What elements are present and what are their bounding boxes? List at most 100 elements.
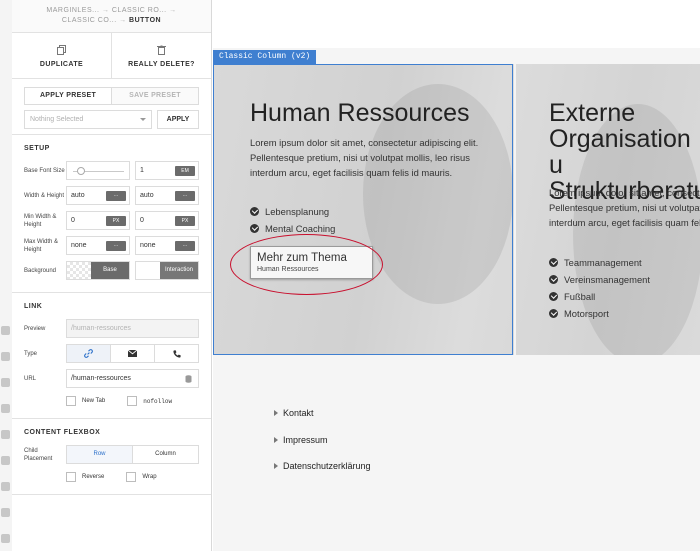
background-base-button[interactable]: Base <box>66 261 130 280</box>
preset-select[interactable]: Nothing Selected <box>24 110 152 129</box>
tool-icon[interactable] <box>1 404 10 413</box>
tool-icon[interactable] <box>1 326 10 335</box>
background-interaction-button[interactable]: Interaction <box>135 261 199 280</box>
unit-selector[interactable]: EM <box>175 166 195 176</box>
footer-link-datenschutz[interactable]: Datenschutzerklärung <box>274 461 371 471</box>
checkbox-label: New Tab <box>82 398 106 404</box>
list-item-label: Mental Coaching <box>265 222 336 234</box>
tab-save-preset[interactable]: SAVE PRESET <box>112 88 198 104</box>
delete-button[interactable]: REALLY DELETE? <box>111 33 211 78</box>
tool-icon[interactable] <box>1 430 10 439</box>
left-edge-toolbar <box>0 0 12 551</box>
background-row: Background Base Interaction <box>24 259 199 282</box>
nofollow-checkbox[interactable] <box>127 396 138 406</box>
unit-selector[interactable]: PX <box>106 216 126 226</box>
link-icon <box>84 349 93 358</box>
preview-row: Preview /human-ressources <box>24 317 199 340</box>
tab-apply-preset[interactable]: APPLY PRESET <box>25 88 112 104</box>
list-item: Lebensplanung <box>250 204 329 218</box>
min-width-input[interactable]: 0 PX <box>66 211 130 230</box>
section-title: CONTENT FLEXBOX <box>24 429 101 436</box>
column-body-text: Lorem ipsum dolor sit amet, consectetur … <box>250 137 479 178</box>
reverse-checkbox[interactable] <box>66 472 76 482</box>
duplicate-button[interactable]: DUPLICATE <box>12 33 111 78</box>
checkbox-label: Wrap <box>142 474 157 480</box>
breadcrumb-separator: → <box>119 17 127 24</box>
apply-preset-button[interactable]: APPLY <box>157 110 199 129</box>
unit-selector[interactable]: PX <box>175 216 195 226</box>
checkbox-label: nofollow <box>143 397 173 405</box>
breadcrumb-item[interactable]: CLASSIC RO... <box>112 7 167 14</box>
list-item: Mental Coaching <box>250 221 335 235</box>
footer-link-kontakt[interactable]: Kontakt <box>274 408 314 418</box>
flexbox-options: Reverse Wrap <box>66 468 199 486</box>
highlight-annotation-ring <box>230 234 383 295</box>
base-font-size-row: Base Font Size 1 EM <box>24 159 199 182</box>
url-input[interactable]: /human-ressources <box>66 369 199 388</box>
list-item: Vereinsmanagement <box>549 272 650 286</box>
preset-tabs: APPLY PRESET SAVE PRESET <box>24 87 199 105</box>
max-width-input[interactable]: none ··· <box>66 236 130 255</box>
field-value: /human-ressources <box>71 325 131 332</box>
unit-selector[interactable]: ··· <box>106 241 126 251</box>
slider-track <box>73 167 124 175</box>
breadcrumb-item[interactable]: CLASSIC CO... <box>62 17 117 24</box>
placement-row-option[interactable]: Row <box>67 446 133 463</box>
database-icon[interactable] <box>185 375 192 383</box>
width-height-row: Width & Height auto ··· auto ··· <box>24 184 199 207</box>
unit-selector[interactable]: ··· <box>175 191 195 201</box>
breadcrumb-separator: → <box>101 7 110 14</box>
field-label: Width & Height <box>24 192 65 199</box>
breadcrumb-separator: → <box>169 7 177 14</box>
height-input[interactable]: auto ··· <box>135 186 199 205</box>
breadcrumb-item[interactable]: MARGINLES... <box>46 7 99 14</box>
font-size-slider[interactable] <box>66 161 130 180</box>
footer-link-impressum[interactable]: Impressum <box>274 435 328 445</box>
tool-icon[interactable] <box>1 508 10 517</box>
list-item-label: Fußball <box>564 290 596 302</box>
list-item-label: Lebensplanung <box>265 205 330 217</box>
tool-icon[interactable] <box>1 482 10 491</box>
tool-icon[interactable] <box>1 456 10 465</box>
min-height-input[interactable]: 0 PX <box>135 211 199 230</box>
field-value: none <box>140 242 156 249</box>
list-item-label: Motorsport <box>564 307 609 319</box>
mail-icon <box>128 350 137 357</box>
width-input[interactable]: auto ··· <box>66 186 130 205</box>
min-width-height-row: Min Width & Height 0 PX 0 PX <box>24 209 199 232</box>
tool-icon[interactable] <box>1 378 10 387</box>
unit-selector[interactable]: ··· <box>106 191 126 201</box>
check-circle-icon <box>549 291 558 301</box>
color-swatch <box>136 262 160 279</box>
checkbox-label: Reverse <box>82 474 105 480</box>
caret-right-icon <box>274 410 278 416</box>
background-base-label: Base <box>91 262 129 279</box>
unit-selector[interactable]: ··· <box>175 241 195 251</box>
link-type-email-button[interactable] <box>111 344 155 363</box>
tool-icon[interactable] <box>1 534 10 543</box>
max-height-input[interactable]: none ··· <box>135 236 199 255</box>
font-size-input[interactable]: 1 EM <box>135 161 199 180</box>
new-tab-checkbox[interactable] <box>66 396 76 406</box>
page-canvas: Classic Column (v2) Human Ressources Lor… <box>213 0 700 551</box>
footer-link-label: Impressum <box>283 435 328 445</box>
field-label: Child Placement <box>24 447 53 462</box>
check-circle-icon <box>549 257 558 267</box>
placement-column-option[interactable]: Column <box>133 446 198 463</box>
link-preview-field: /human-ressources <box>66 319 199 338</box>
field-value: auto <box>71 192 85 199</box>
slider-handle[interactable] <box>77 167 85 175</box>
list-item: Teammanagement <box>549 255 642 269</box>
transparent-swatch <box>67 262 91 279</box>
wrap-checkbox[interactable] <box>126 472 137 482</box>
setup-section: SETUP Base Font Size 1 EM Width & Height… <box>12 135 211 293</box>
type-row: Type <box>24 342 199 365</box>
breadcrumb-current: BUTTON <box>129 17 162 24</box>
link-section: LINK Preview /human-ressources Type URL … <box>12 293 211 419</box>
list-item-label: Vereinsmanagement <box>564 273 650 285</box>
preset-select-value: Nothing Selected <box>30 116 84 123</box>
link-type-url-button[interactable] <box>66 344 111 363</box>
field-value: auto <box>140 192 154 199</box>
tool-icon[interactable] <box>1 352 10 361</box>
link-type-phone-button[interactable] <box>155 344 199 363</box>
